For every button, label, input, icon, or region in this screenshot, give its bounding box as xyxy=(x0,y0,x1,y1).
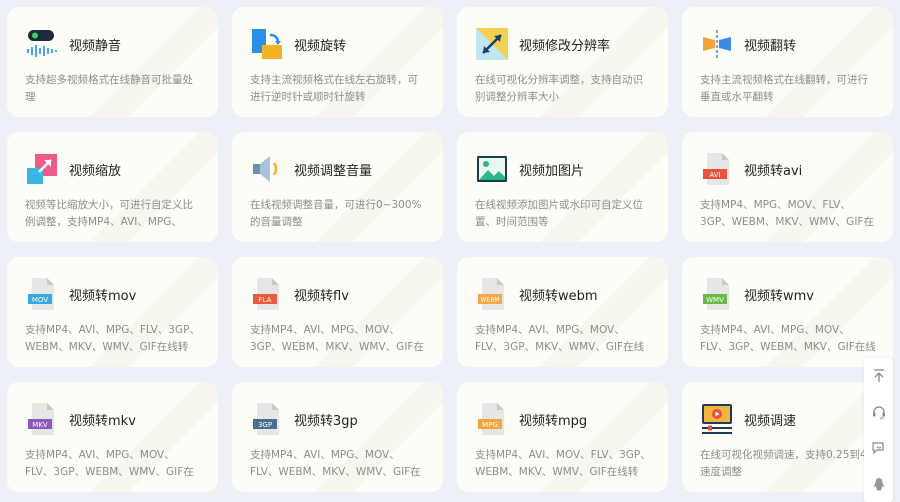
file-mkv-icon: MKV xyxy=(28,403,54,435)
tool-card[interactable]: FLA 视频转flv 支持MP4、AVI、MPG、MOV、3GP、WEBM、MK… xyxy=(232,257,443,367)
scale-icon xyxy=(27,154,57,184)
mute-wave-icon xyxy=(27,30,57,57)
file-mov-icon: MOV xyxy=(28,278,54,310)
tool-description: 支持MP4、MPG、MOV、FLV、3GP、WEBM、MKV、WMV、GIF在线… xyxy=(700,199,874,228)
tool-title: 视频调整音量 xyxy=(294,163,373,179)
qq-button[interactable] xyxy=(864,466,893,502)
tool-title: 视频转webm xyxy=(519,288,598,304)
image-icon xyxy=(477,156,507,182)
tool-description: 视频等比缩放大小，可进行自定义比例调整，支持MP4、AVI、MPG、MOV、 xyxy=(25,199,193,228)
tool-title: 视频转wmv xyxy=(744,288,814,304)
tool-card[interactable]: 视频翻转 支持主流视频格式在线翻转，可进行垂直或水平翻转 xyxy=(682,7,893,117)
file-badge-label: 3GP xyxy=(258,421,272,429)
tool-description: 支持MP4、AVI、MPG、MOV、FLV、WEBM、MKV、WMV、GIF在线… xyxy=(250,449,421,478)
tool-card[interactable]: 视频调整音量 在线视频调整音量，可进行0~300%的音量调整 xyxy=(232,132,443,242)
chat-button[interactable] xyxy=(864,430,893,466)
tool-description: 支持MP4、AVI、MPG、FLV、3GP、WEBM、MKV、WMV、GIF在线… xyxy=(25,324,200,353)
tool-title: 视频调速 xyxy=(744,413,797,429)
tool-title: 视频静音 xyxy=(69,38,122,54)
speed-icon xyxy=(702,404,732,434)
tool-card[interactable]: 3GP 视频转3gp 支持MP4、AVI、MPG、MOV、FLV、WEBM、MK… xyxy=(232,382,443,492)
tool-description: 支持MP4、AVI、MOV、FLV、3GP、WEBM、MKV、WMV、GIF在线… xyxy=(475,449,651,478)
file-avi-icon: AVI xyxy=(703,153,729,185)
file-badge-label: MPG xyxy=(482,421,498,429)
file-badge-label: FLA xyxy=(259,296,272,304)
tool-title: 视频转3gp xyxy=(294,413,358,429)
back-to-top-button[interactable] xyxy=(864,358,893,394)
file-wmv-icon: WMV xyxy=(703,278,729,310)
tool-description: 在线视频调整音量，可进行0~300%的音量调整 xyxy=(250,199,422,228)
tool-title: 视频翻转 xyxy=(744,38,797,54)
file-badge-label: MKV xyxy=(32,421,48,429)
tool-card[interactable]: 视频静音 支持超多视频格式在线静音可批量处理 xyxy=(7,7,218,117)
tool-card[interactable]: 视频缩放 视频等比缩放大小，可进行自定义比例调整，支持MP4、AVI、MPG、M… xyxy=(7,132,218,242)
tool-card[interactable]: WMV 视频转wmv 支持MP4、AVI、MPG、MOV、FLV、3GP、WEB… xyxy=(682,257,893,367)
tool-description: 支持MP4、AVI、MPG、MOV、FLV、3GP、MKV、WMV、GIF在线转… xyxy=(475,324,645,353)
tool-description: 在线可视化分辨率调整，支持自动识别调整分辨率大小 xyxy=(475,74,643,103)
tool-title: 视频转mpg xyxy=(519,413,588,429)
file-badge-label: AVI xyxy=(709,171,720,179)
tool-title: 视频加图片 xyxy=(519,163,585,179)
file-badge-label: MOV xyxy=(32,296,48,304)
file-flv-icon: FLA xyxy=(253,278,279,310)
tool-description: 支持主流视频格式在线左右旋转，可进行逆时针或顺时针旋转 xyxy=(250,74,418,103)
tool-title: 视频缩放 xyxy=(69,163,122,179)
flip-icon xyxy=(703,30,731,58)
tool-grid: 视频静音 支持超多视频格式在线静音可批量处理 视频旋转 支持主流视频格式在线左右… xyxy=(0,0,900,502)
tool-title: 视频转avi xyxy=(744,163,803,179)
tool-card[interactable]: 视频旋转 支持主流视频格式在线左右旋转，可进行逆时针或顺时针旋转 xyxy=(232,7,443,117)
file-badge-label: WEBM xyxy=(480,297,499,304)
tool-description: 在线可视化视频调速，支持0.25到4倍速度调整 xyxy=(700,449,878,478)
tool-description: 支持MP4、AVI、MPG、MOV、FLV、3GP、WEBM、MKV、GIF在线… xyxy=(700,324,876,353)
file-badge-label: WMV xyxy=(706,296,724,304)
speaker-icon xyxy=(253,156,278,182)
tool-card[interactable]: 视频修改分辨率 在线可视化分辨率调整，支持自动识别调整分辨率大小 xyxy=(457,7,668,117)
tool-card[interactable]: MPG 视频转mpg 支持MP4、AVI、MOV、FLV、3GP、WEBM、MK… xyxy=(457,382,668,492)
customer-service-button[interactable] xyxy=(864,394,893,430)
qq-penguin-icon xyxy=(873,478,884,491)
tool-title: 视频转flv xyxy=(294,288,349,304)
tool-description: 支持MP4、AVI、MPG、MOV、FLV、3GP、WEBM、WMV、GIF在线… xyxy=(25,449,194,478)
tool-title: 视频转mov xyxy=(69,288,137,304)
tool-description: 在线视频添加图片或水印可自定义位置、时间范围等 xyxy=(475,199,643,228)
rotate-icon xyxy=(252,29,282,59)
back-to-top-icon xyxy=(873,369,884,382)
file-mpg-icon: MPG xyxy=(478,403,504,435)
tool-card[interactable]: 视频调速 在线可视化视频调速，支持0.25到4倍速度调整 xyxy=(682,382,893,492)
resize-arrow-icon xyxy=(476,28,508,60)
tool-description: 支持MP4、AVI、MPG、MOV、3GP、WEBM、MKV、WMV、GIF在线… xyxy=(250,324,424,353)
tool-title: 视频旋转 xyxy=(294,38,347,54)
file-webm-icon: WEBM xyxy=(478,278,504,310)
floating-sidebar xyxy=(864,358,893,502)
tool-card[interactable]: MKV 视频转mkv 支持MP4、AVI、MPG、MOV、FLV、3GP、WEB… xyxy=(7,382,218,492)
tool-card[interactable]: AVI 视频转avi 支持MP4、MPG、MOV、FLV、3GP、WEBM、MK… xyxy=(682,132,893,242)
file-3gp-icon: 3GP xyxy=(253,403,279,435)
tool-card[interactable]: WEBM 视频转webm 支持MP4、AVI、MPG、MOV、FLV、3GP、M… xyxy=(457,257,668,367)
tool-card[interactable]: 视频加图片 在线视频添加图片或水印可自定义位置、时间范围等 xyxy=(457,132,668,242)
headset-icon xyxy=(872,406,885,420)
tool-title: 视频修改分辨率 xyxy=(519,38,611,54)
chat-icon xyxy=(871,442,884,455)
tool-description: 支持超多视频格式在线静音可批量处理 xyxy=(25,74,193,103)
tool-card[interactable]: MOV 视频转mov 支持MP4、AVI、MPG、FLV、3GP、WEBM、MK… xyxy=(7,257,218,367)
tool-description: 支持主流视频格式在线翻转，可进行垂直或水平翻转 xyxy=(700,74,868,103)
tool-title: 视频转mkv xyxy=(69,413,136,429)
